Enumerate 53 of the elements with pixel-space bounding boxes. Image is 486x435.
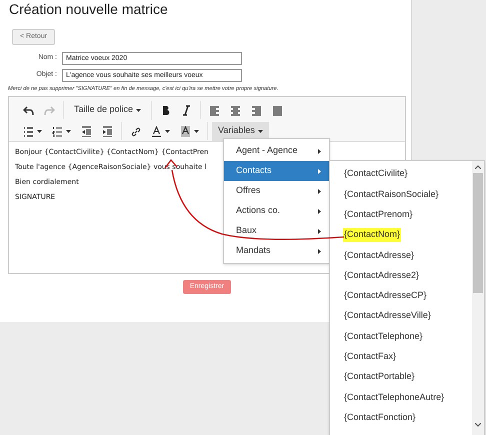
submenu-item[interactable]: {ContactPortable} [343, 370, 416, 384]
bullet-list-icon [23, 126, 34, 137]
indent-icon [102, 126, 113, 137]
outdent-icon [81, 126, 92, 137]
justify-icon [272, 104, 284, 116]
submenu-arrow-icon [318, 228, 321, 234]
link-icon [130, 126, 141, 137]
caret-icon [165, 130, 170, 133]
menu-item[interactable]: Contacts [224, 161, 329, 181]
caret-icon [136, 108, 142, 112]
menu-item[interactable]: Mandats [224, 241, 329, 261]
submenu-item[interactable]: {ContactAdresseVille} [343, 309, 432, 323]
numbered-list-icon [52, 126, 63, 137]
submenu-arrow-icon [318, 148, 321, 154]
scroll-down-icon[interactable] [475, 423, 481, 427]
submenu-item[interactable]: {ContactAdresse2} [343, 268, 420, 282]
italic-icon [181, 104, 192, 116]
submenu-item[interactable]: {ContactFonction} [343, 410, 417, 424]
submenu-arrow-icon [318, 188, 321, 194]
submenu-item[interactable]: {ContactPrenom} [343, 208, 414, 222]
menu-item[interactable]: Offres [224, 181, 329, 201]
submenu-arrow-icon [318, 208, 321, 214]
scroll-up-icon[interactable] [475, 165, 481, 169]
submenu-item[interactable]: {ContactTelephoneAutre} [343, 390, 446, 404]
menu-item[interactable]: Agent - Agence [224, 141, 329, 161]
submenu-item[interactable]: {ContactAdresseCP} [343, 289, 428, 303]
caret-icon [66, 130, 71, 133]
dropdown-button[interactable]: Variables [212, 122, 269, 141]
page-title: Création nouvelle matrice [9, 1, 169, 17]
submenu-item[interactable]: {ContactFax} [343, 350, 398, 364]
submenu-arrow-icon [318, 248, 321, 254]
menu-item[interactable]: Baux [224, 221, 329, 241]
caret-icon [37, 130, 42, 133]
align-left-icon [209, 104, 220, 116]
submenu-arrow-icon [318, 168, 321, 174]
caret-icon [258, 130, 263, 133]
submenu-item[interactable]: {ContactTelephone} [343, 330, 424, 344]
caret-icon [194, 130, 199, 133]
undo-icon [23, 104, 34, 116]
submenu-item[interactable]: {ContactRaisonSociale} [343, 188, 440, 202]
background-color-icon [180, 126, 191, 137]
text-color-icon [151, 126, 162, 137]
align-right-icon [251, 104, 262, 116]
scrollbar[interactable] [472, 161, 484, 435]
dropdown-button[interactable]: Taille de police [68, 100, 148, 120]
redo-icon [44, 104, 55, 116]
submenu-item[interactable]: {ContactNom} [343, 228, 402, 242]
menu-item[interactable]: Actions co. [224, 201, 329, 221]
align-center-icon [230, 104, 242, 116]
submenu-item[interactable]: {ContactCivilite} [343, 167, 409, 181]
submenu-item[interactable]: {ContactAdresse} [343, 248, 416, 262]
scrollbar-thumb[interactable] [473, 173, 483, 293]
bold-icon [160, 104, 172, 116]
